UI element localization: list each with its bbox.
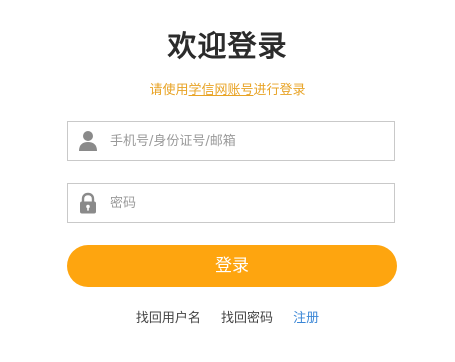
chsi-account-link[interactable]: 学信网账号 (188, 83, 253, 98)
page-title: 欢迎登录 (167, 29, 288, 63)
login-hint-prefix: 请使用 (149, 83, 189, 98)
login-hint: 请使用学信网账号进行登录 (0, 81, 455, 101)
find-password-link[interactable]: 找回密码 (221, 311, 273, 326)
register-link[interactable]: 注册 (293, 311, 319, 326)
username-input[interactable] (110, 122, 380, 160)
username-field[interactable] (67, 121, 395, 161)
login-panel: 欢迎登录 请使用学信网账号进行登录 登录 找回用户名 找回密码 注册 (0, 0, 455, 362)
password-field[interactable] (67, 183, 395, 223)
password-input[interactable] (110, 184, 380, 222)
find-username-link[interactable]: 找回用户名 (136, 311, 201, 326)
login-hint-suffix: 进行登录 (253, 83, 306, 98)
user-icon (78, 130, 98, 152)
lock-icon (78, 192, 98, 214)
login-button[interactable]: 登录 (67, 245, 397, 287)
account-links: 找回用户名 找回密码 注册 (0, 309, 455, 329)
